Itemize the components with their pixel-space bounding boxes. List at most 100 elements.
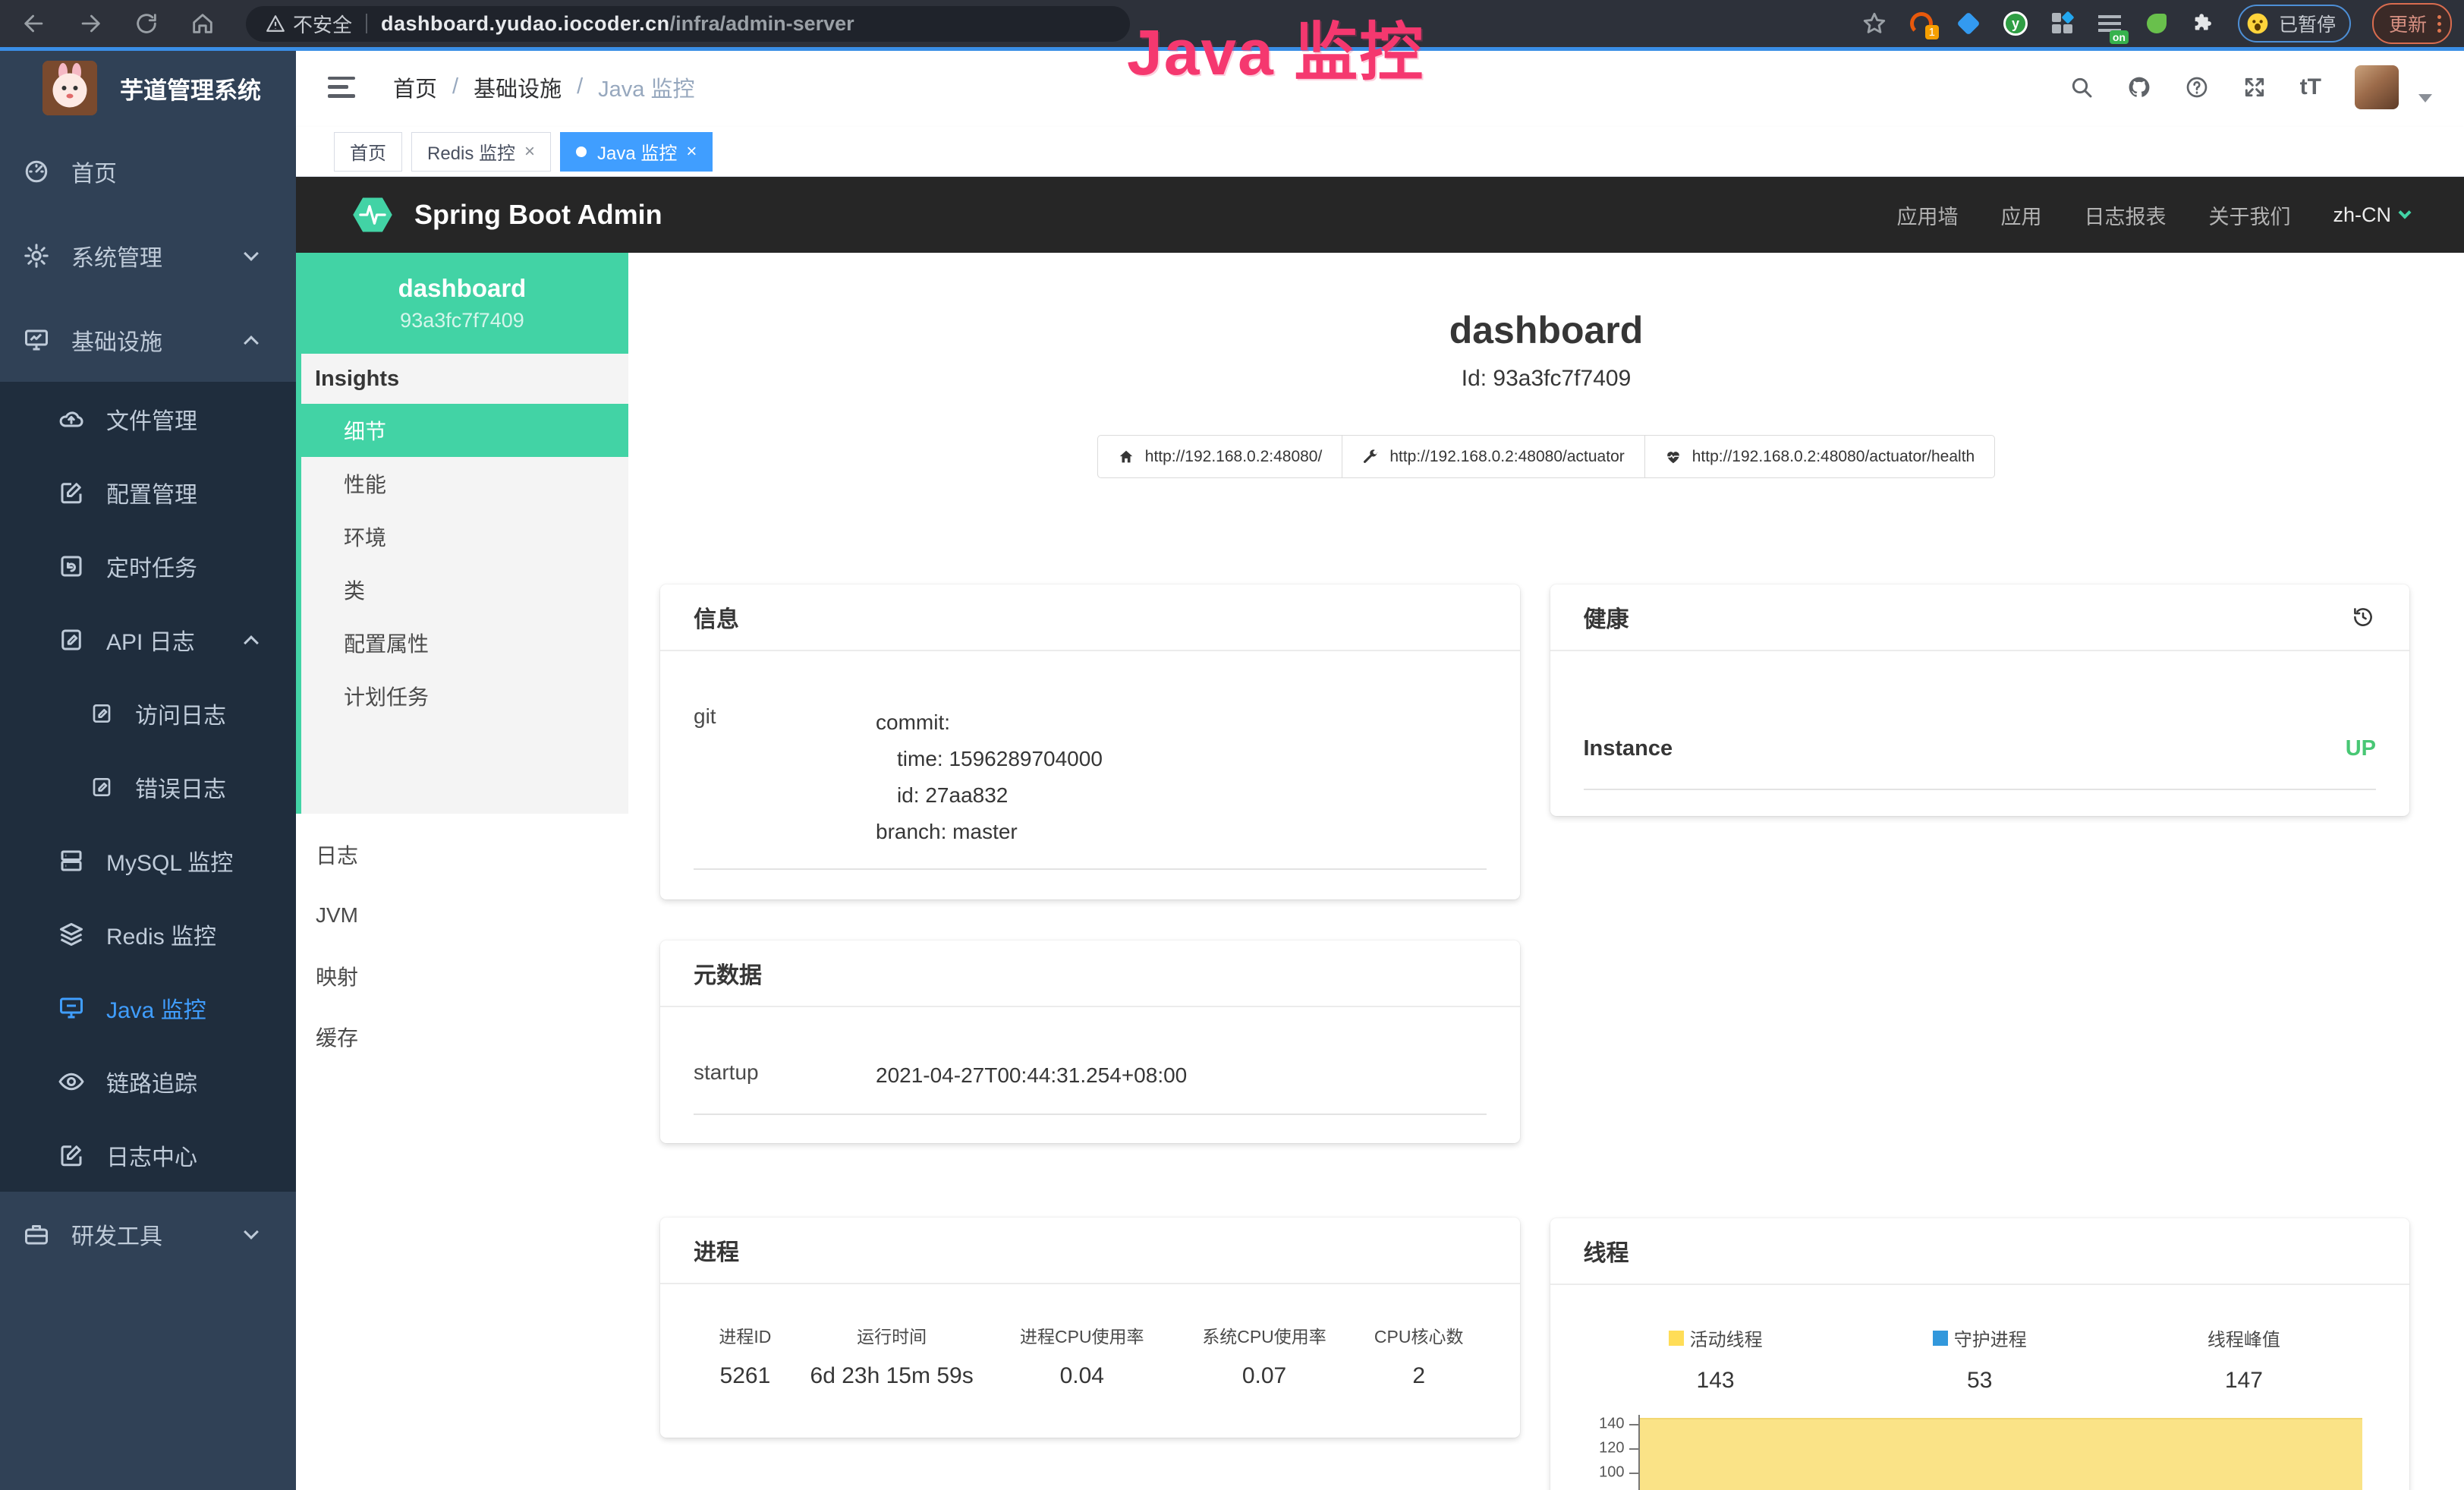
health-card-title: 健康 xyxy=(1584,600,1629,634)
close-icon[interactable]: × xyxy=(524,141,535,162)
threads-card: 线程 活动线程 守护进程 线程峰值 143 xyxy=(1550,1218,2410,1490)
warning-icon xyxy=(266,14,285,33)
threads-card-title: 线程 xyxy=(1584,1234,1629,1268)
sba-item-details[interactable]: 细节 xyxy=(296,404,628,457)
extension-icon-pin[interactable] xyxy=(1956,11,1981,36)
sidebar-item-config[interactable]: 配置管理 xyxy=(0,455,296,529)
url-path: /infra/admin-server xyxy=(670,12,854,36)
sidebar-item-mysql[interactable]: MySQL 监控 xyxy=(0,824,296,897)
sba-item-mappings[interactable]: 映射 xyxy=(296,946,628,1006)
sidebar: 芋道管理系统 首页 系统管理 基础设施 文件管理 xyxy=(0,47,296,1490)
chevron-down-icon xyxy=(2399,206,2412,219)
sba-nav-applications[interactable]: 应用 xyxy=(2000,200,2041,230)
avatar[interactable] xyxy=(2355,65,2399,109)
paused-label: 已暂停 xyxy=(2279,10,2336,37)
kebab-menu-icon[interactable] xyxy=(2437,15,2441,33)
process-headers: 进程ID 运行时间 进程CPU使用率 系统CPU使用率 CPU核心数 xyxy=(694,1284,1487,1348)
breadcrumb-current: Java 监控 xyxy=(598,71,694,103)
sba-item-metrics[interactable]: 性能 xyxy=(301,457,628,510)
heartbeat-icon xyxy=(1665,449,1682,465)
search-icon[interactable] xyxy=(2069,75,2094,99)
browser-forward-button[interactable] xyxy=(77,11,103,36)
tab-java[interactable]: Java 监控× xyxy=(560,132,713,172)
sidebar-item-log-center[interactable]: 日志中心 xyxy=(0,1118,296,1192)
breadcrumb-home[interactable]: 首页 xyxy=(393,71,437,103)
info-card: 信息 git commit: time: 1596289704000 id: 2… xyxy=(660,584,1520,899)
sidebar-item-redis[interactable]: Redis 监控 xyxy=(0,897,296,971)
sba-nav-wallboard[interactable]: 应用墙 xyxy=(1896,200,1958,230)
info-git-row: git commit: time: 1596289704000 id: 27aa… xyxy=(694,704,1487,870)
link-actuator-button[interactable]: http://192.168.0.2:48080/actuator xyxy=(1342,435,1644,478)
extension-icon-green-circle[interactable]: y xyxy=(2003,11,2028,36)
paused-badge[interactable]: 已暂停 xyxy=(2238,5,2351,43)
bookmark-star-icon[interactable] xyxy=(1861,11,1887,36)
sidebar-item-file[interactable]: 文件管理 xyxy=(0,382,296,455)
insights-group: Insights 细节 性能 环境 类 配置属性 计划任务 xyxy=(296,354,628,814)
metadata-startup-row: startup 2021-04-27T00:44:31.254+08:00 xyxy=(694,1060,1487,1115)
process-values: 5261 6d 23h 15m 59s 0.04 0.07 2 xyxy=(694,1348,1487,1389)
health-instance-row[interactable]: Instance UP xyxy=(1584,736,2377,790)
sidebar-item-job[interactable]: 定时任务 xyxy=(0,529,296,603)
link-health-button[interactable]: http://192.168.0.2:48080/actuator/health xyxy=(1644,435,1995,478)
sba-logo-icon[interactable] xyxy=(351,193,395,237)
info-key: git xyxy=(694,704,876,850)
sidebar-item-api-log[interactable]: API 日志 xyxy=(0,603,296,676)
browser-home-button[interactable] xyxy=(190,11,216,36)
screen: 不安全 dashboard.yudao.iocoder.cn/infra/adm… xyxy=(0,0,2464,1490)
avatar-caret-icon[interactable] xyxy=(2418,94,2432,102)
chevron-down-icon xyxy=(244,1224,259,1240)
link-home-button[interactable]: http://192.168.0.2:48080/ xyxy=(1097,435,1343,478)
close-icon[interactable]: × xyxy=(686,141,697,162)
help-icon[interactable] xyxy=(2185,75,2209,99)
sba-app-header[interactable]: dashboard 93a3fc7f7409 xyxy=(296,253,628,354)
sba-item-jvm[interactable]: JVM xyxy=(296,885,628,946)
extension-icon-leaf[interactable] xyxy=(2144,11,2170,36)
tab-home[interactable]: 首页 xyxy=(334,132,402,172)
history-icon[interactable] xyxy=(2350,604,2376,630)
sba-app-id: 93a3fc7f7409 xyxy=(400,309,524,332)
sidebar-item-tracing[interactable]: 链路追踪 xyxy=(0,1044,296,1118)
update-button[interactable]: 更新 xyxy=(2372,3,2452,44)
sba-lang-select[interactable]: zh-CN xyxy=(2333,203,2409,227)
sidebar-item-java[interactable]: Java 监控 xyxy=(0,971,296,1044)
font-size-icon[interactable]: tT xyxy=(2300,74,2321,100)
info-card-title: 信息 xyxy=(694,600,739,634)
sidebar-item-devtools[interactable]: 研发工具 xyxy=(0,1192,296,1276)
sidebar-item-system[interactable]: 系统管理 xyxy=(0,213,296,298)
sba-item-configprops[interactable]: 配置属性 xyxy=(301,616,628,669)
app-logo-row[interactable]: 芋道管理系统 xyxy=(0,47,296,129)
extension-icon-orange[interactable]: 1 xyxy=(1909,11,1934,36)
tab-redis[interactable]: Redis 监控× xyxy=(411,132,551,172)
home-icon xyxy=(1118,449,1134,465)
sba-item-loggers[interactable]: 日志 xyxy=(296,824,628,885)
security-label[interactable]: 不安全 xyxy=(293,10,352,38)
sba-item-scheduled-tasks[interactable]: 计划任务 xyxy=(301,669,628,723)
hamburger-button[interactable] xyxy=(328,77,355,98)
sidebar-item-access-log[interactable]: 访问日志 xyxy=(0,676,296,750)
sba-brand[interactable]: Spring Boot Admin xyxy=(414,199,662,231)
sba-nav-journal[interactable]: 日志报表 xyxy=(2084,200,2166,230)
sidebar-item-home[interactable]: 首页 xyxy=(0,129,296,213)
github-icon[interactable] xyxy=(2127,75,2151,99)
breadcrumb-infra[interactable]: 基础设施 xyxy=(474,71,562,103)
app-title: 芋道管理系统 xyxy=(120,71,261,106)
sba-sidebar: dashboard 93a3fc7f7409 Insights 细节 性能 环境… xyxy=(296,253,628,1490)
address-bar[interactable]: 不安全 dashboard.yudao.iocoder.cn/infra/adm… xyxy=(246,6,1130,42)
extensions-puzzle-icon[interactable] xyxy=(2191,11,2217,36)
sba-item-environment[interactable]: 环境 xyxy=(301,510,628,563)
extension-icon-list[interactable]: on xyxy=(2097,11,2123,36)
extension-icon-grid[interactable] xyxy=(2050,11,2075,36)
sba-item-caches[interactable]: 缓存 xyxy=(296,1006,628,1067)
browser-reload-button[interactable] xyxy=(134,11,159,36)
metadata-card: 元数据 startup 2021-04-27T00:44:31.254+08:0… xyxy=(660,940,1520,1143)
sba-nav-about[interactable]: 关于我们 xyxy=(2208,200,2290,230)
breadcrumb: 首页 / 基础设施 / Java 监控 xyxy=(393,71,694,103)
sba-item-classes[interactable]: 类 xyxy=(301,563,628,616)
system-cpu: 0.07 xyxy=(1177,1363,1352,1389)
sidebar-item-error-log[interactable]: 错误日志 xyxy=(0,750,296,824)
sidebar-item-infra[interactable]: 基础设施 xyxy=(0,298,296,382)
process-pid: 5261 xyxy=(694,1363,797,1389)
emoji-face-icon xyxy=(2245,11,2270,36)
fullscreen-icon[interactable] xyxy=(2242,75,2267,99)
browser-back-button[interactable] xyxy=(21,11,47,36)
